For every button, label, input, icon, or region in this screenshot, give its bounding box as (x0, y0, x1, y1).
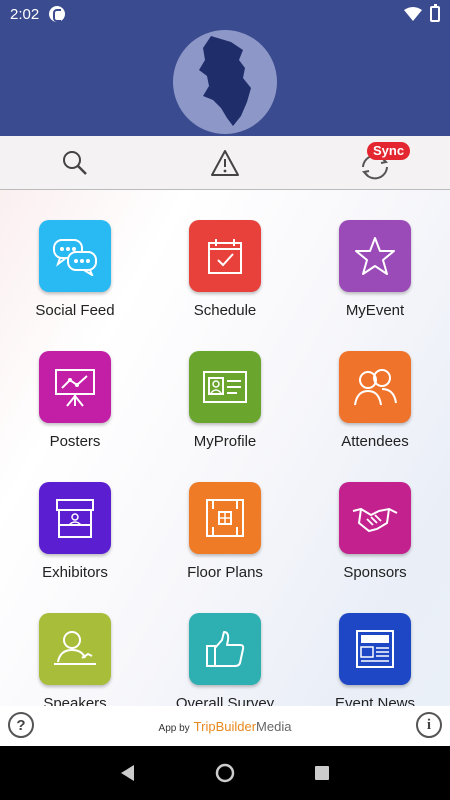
handshake-icon (352, 507, 398, 533)
app-header (0, 28, 450, 136)
tile-social-feed[interactable]: Social Feed (0, 220, 150, 351)
tile-speakers[interactable]: Speakers (0, 613, 150, 706)
new-jersey-map-icon (199, 36, 251, 126)
attendees-tile-icon (339, 351, 411, 423)
tile-label: MyProfile (193, 433, 257, 450)
tile-label: Attendees (341, 433, 409, 450)
recents-square-icon (314, 766, 329, 780)
home-circle-icon (215, 763, 235, 783)
floor-plans-tile-icon (189, 482, 261, 554)
sync-badge: Sync (367, 142, 411, 160)
search-button[interactable] (0, 136, 150, 189)
credit-brand: TripBuilderMedia (194, 719, 292, 734)
sponsors-tile-icon (339, 482, 411, 554)
tile-label: Social Feed (35, 302, 115, 319)
presentation-board-icon (55, 369, 95, 407)
speaker-icon (54, 631, 96, 665)
back-button[interactable] (116, 761, 140, 785)
tile-label: Schedule (193, 302, 257, 319)
id-card-icon (203, 371, 247, 403)
home-button[interactable] (213, 761, 237, 785)
toolbar: Sync (0, 136, 450, 190)
app-credit: App by TripBuilderMedia (159, 719, 292, 734)
footer: ? App by TripBuilderMedia i (0, 706, 450, 746)
tile-label: Overall Survey (175, 695, 275, 706)
recents-button[interactable] (310, 761, 334, 785)
schedule-tile-icon (189, 220, 261, 292)
star-icon (355, 237, 395, 275)
system-navbar (0, 746, 450, 800)
myprofile-tile-icon (189, 351, 261, 423)
status-indicators (404, 4, 440, 22)
module-grid-area: Social Feed Schedule MyEvent Posters MyP… (0, 190, 450, 706)
event-news-tile-icon (339, 613, 411, 685)
floor-plan-icon (206, 499, 244, 537)
social-feed-tile-icon (39, 220, 111, 292)
calendar-icon (208, 239, 242, 274)
booth-icon (56, 499, 94, 538)
module-grid: Social Feed Schedule MyEvent Posters MyP… (0, 190, 450, 706)
tile-myprofile[interactable]: MyProfile (150, 351, 300, 482)
thumbs-up-icon (206, 631, 245, 667)
tile-posters[interactable]: Posters (0, 351, 150, 482)
status-bar: 2:02 (0, 0, 450, 28)
tile-overall-survey[interactable]: Overall Survey (150, 613, 300, 706)
speakers-tile-icon (39, 613, 111, 685)
tile-schedule[interactable]: Schedule (150, 220, 300, 351)
newspaper-icon (356, 630, 394, 668)
warning-icon (211, 149, 239, 176)
new-jersey-logo (173, 30, 277, 134)
tile-event-news[interactable]: Event News (300, 613, 450, 706)
info-button[interactable]: i (416, 712, 442, 738)
tile-myevent[interactable]: MyEvent (300, 220, 450, 351)
tile-sponsors[interactable]: Sponsors (300, 482, 450, 613)
tile-label: Event News (334, 695, 416, 706)
help-button[interactable]: ? (8, 712, 34, 738)
tile-label: Speakers (43, 695, 107, 706)
sync-button[interactable]: Sync (300, 136, 450, 189)
tile-label: Posters (49, 433, 101, 450)
search-icon (63, 150, 87, 175)
credit-brand-a: TripBuilder (193, 718, 257, 734)
tile-label: Sponsors (343, 564, 407, 581)
people-icon (354, 369, 397, 406)
tile-label: Exhibitors (42, 564, 108, 581)
back-triangle-icon (121, 765, 135, 781)
alerts-button[interactable] (150, 136, 300, 189)
tile-label: Floor Plans (187, 564, 263, 581)
credit-brand-b: Media (256, 718, 292, 734)
credit-prefix: App by (158, 722, 190, 734)
notification-app-icon (49, 6, 66, 22)
tile-attendees[interactable]: Attendees (300, 351, 450, 482)
status-time: 2:02 (10, 5, 40, 23)
posters-tile-icon (39, 351, 111, 423)
exhibitors-tile-icon (39, 482, 111, 554)
wifi-icon (404, 7, 422, 21)
chat-bubbles-icon (53, 239, 97, 276)
tile-exhibitors[interactable]: Exhibitors (0, 482, 150, 613)
battery-icon (430, 4, 440, 22)
tile-floor-plans[interactable]: Floor Plans (150, 482, 300, 613)
myevent-tile-icon (339, 220, 411, 292)
tile-label: MyEvent (345, 302, 405, 319)
overall-survey-tile-icon (189, 613, 261, 685)
